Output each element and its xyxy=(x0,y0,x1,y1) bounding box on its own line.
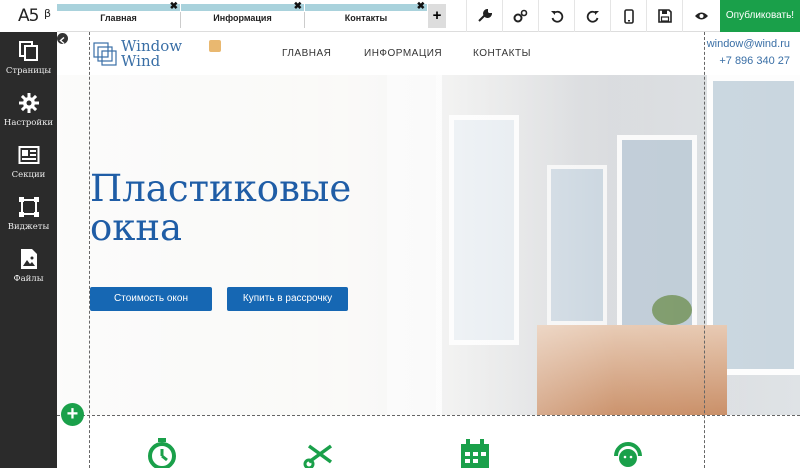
preview-button[interactable] xyxy=(682,0,720,32)
scissors-icon xyxy=(303,444,333,468)
brand-name: Window Wind xyxy=(121,39,182,69)
site-canvas: Window Wind ГЛАВНАЯ ИНФОРМАЦИЯ КОНТАКТЫ … xyxy=(57,32,800,468)
support-headset-icon xyxy=(614,442,642,467)
add-section-button[interactable]: + xyxy=(61,403,84,426)
sidebar-item-widgets[interactable]: Виджеты xyxy=(0,196,57,232)
site-nav-home[interactable]: ГЛАВНАЯ xyxy=(282,48,331,59)
site-phone[interactable]: +7 896 340 27 xyxy=(719,55,790,67)
site-nav-contacts[interactable]: КОНТАКТЫ xyxy=(473,48,531,59)
window-logo-icon xyxy=(93,42,117,66)
publish-button[interactable]: Опубликовать! xyxy=(720,0,800,32)
hero-title[interactable]: Пластиковые окна xyxy=(90,169,351,247)
sidebar-item-settings[interactable]: Настройки xyxy=(0,92,57,128)
tab-label: Информация xyxy=(213,13,272,23)
logo-beta: β xyxy=(44,7,52,20)
tab-info[interactable]: Информация ✖ xyxy=(181,2,304,28)
preview-eye-icon xyxy=(695,12,708,20)
pages-icon xyxy=(18,41,38,61)
tab-label: Контакты xyxy=(344,13,388,23)
close-icon[interactable]: ✖ xyxy=(170,2,178,12)
guide-line-left xyxy=(89,32,90,468)
sidebar-item-label: Виджеты xyxy=(7,222,50,232)
calendar-icon xyxy=(461,439,489,468)
save-icon xyxy=(657,9,672,23)
gear-icon xyxy=(18,93,39,113)
sidebar-item-files[interactable]: Файлы xyxy=(0,248,57,284)
mobile-preview-button[interactable] xyxy=(610,0,646,32)
section-boundary xyxy=(57,415,800,416)
arrow-left-icon xyxy=(59,36,65,45)
settings-button[interactable] xyxy=(502,0,538,32)
sections-icon xyxy=(18,146,39,164)
wrench-icon xyxy=(477,9,492,22)
brand-line2: Wind xyxy=(121,52,161,70)
page-tabs: Главная ✖ Информация ✖ Контакты ✖ xyxy=(57,2,447,28)
editor-topbar: Главная ✖ Информация ✖ Контакты ✖ + Опуб… xyxy=(57,0,800,32)
redo-icon xyxy=(586,10,599,23)
site-nav-info[interactable]: ИНФОРМАЦИЯ xyxy=(364,48,442,59)
guide-line-right xyxy=(704,32,705,468)
sidebar-item-sections[interactable]: Секции xyxy=(0,144,57,180)
sidebar-item-label: Секции xyxy=(11,170,46,180)
wrench-button[interactable] xyxy=(466,0,502,32)
tab-contacts[interactable]: Контакты ✖ xyxy=(305,2,427,28)
features-section[interactable] xyxy=(57,416,800,468)
site-email[interactable]: window@wind.ru xyxy=(707,38,790,50)
installment-button[interactable]: Купить в рассрочку xyxy=(227,287,348,311)
hero-title-line2: окна xyxy=(90,206,183,249)
mobile-preview-icon xyxy=(623,8,634,24)
logo-mark: A5 xyxy=(18,6,39,26)
undo-icon xyxy=(550,10,563,23)
tab-main[interactable]: Главная ✖ xyxy=(57,2,180,28)
timer-icon xyxy=(148,438,176,468)
price-button[interactable]: Стоимость окон xyxy=(90,287,212,311)
close-icon[interactable]: ✖ xyxy=(417,2,425,12)
site-header[interactable]: Window Wind ГЛАВНАЯ ИНФОРМАЦИЯ КОНТАКТЫ … xyxy=(57,32,800,75)
sidebar-item-pages[interactable]: Страницы xyxy=(0,40,57,76)
save-button[interactable] xyxy=(646,0,682,32)
sidebar-item-label: Настройки xyxy=(3,118,54,128)
undo-button[interactable] xyxy=(538,0,574,32)
close-icon[interactable]: ✖ xyxy=(294,2,302,12)
collapse-sidebar-button[interactable] xyxy=(57,33,68,45)
editor-sidebar: A5 β Страницы Настройки Секции Виджеты Ф… xyxy=(0,0,57,468)
settings-gears-icon xyxy=(513,9,528,22)
files-icon xyxy=(20,249,37,269)
tab-label: Главная xyxy=(100,13,137,23)
redo-button[interactable] xyxy=(574,0,610,32)
app-logo[interactable]: A5 β xyxy=(0,0,57,32)
add-tab-button[interactable]: + xyxy=(428,4,446,28)
sidebar-item-label: Страницы xyxy=(5,66,52,76)
hero-section[interactable]: Пластиковые окна Стоимость окон Купить в… xyxy=(57,75,800,415)
edit-pencil-icon[interactable] xyxy=(209,40,221,52)
hero-title-line1: Пластиковые xyxy=(90,167,352,210)
sidebar-item-label: Файлы xyxy=(13,274,44,284)
widgets-icon xyxy=(18,197,39,217)
